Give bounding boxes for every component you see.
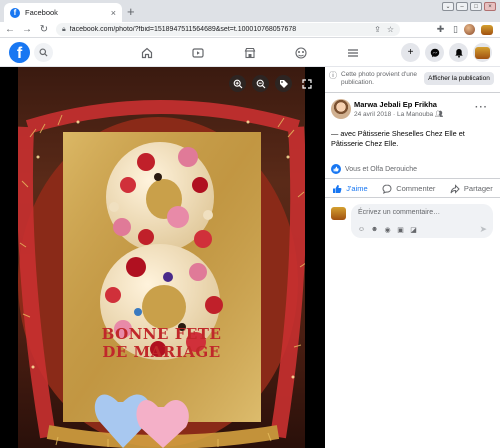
profile-avatar-icon[interactable] (463, 23, 476, 36)
close-tab-icon[interactable]: × (111, 8, 116, 18)
browser-tab-strip: f Facebook × + ⌄ – □ × (0, 0, 500, 22)
author-name[interactable]: Marwa Jebali Ep Frikha (354, 100, 437, 109)
tag-icon[interactable] (275, 75, 292, 92)
fullscreen-icon[interactable] (298, 75, 315, 92)
comment-tools: ☺ ☻ ◉ ▣ ◪ (357, 225, 418, 234)
zoom-out-icon[interactable] (252, 75, 269, 92)
post-notice: ⓘ Cette photo provient d'une publication… (329, 71, 427, 87)
sticker-icon[interactable]: ◪ (409, 225, 418, 234)
zoom-in-icon[interactable] (229, 75, 246, 92)
crown-profile-icon[interactable] (480, 23, 493, 36)
reload-icon[interactable]: ↻ (37, 24, 51, 35)
comment-input[interactable]: Écrivez un commentaire… ☺ ☻ ◉ ▣ ◪ ➤ (351, 204, 493, 238)
window-list-button[interactable]: ⌄ (442, 2, 454, 11)
info-icon: ⓘ (329, 71, 337, 80)
extensions-puzzle-icon[interactable]: ✚ (434, 23, 447, 36)
divider (325, 92, 500, 93)
maximize-button[interactable]: □ (470, 2, 482, 11)
post-side-panel: ⓘ Cette photo provient d'une publication… (325, 67, 500, 448)
address-bar: ← → ↻ 🔒︎ facebook.com/photo/?fbid=151894… (0, 22, 500, 38)
back-icon[interactable]: ← (3, 24, 17, 35)
share-label: Partager (463, 184, 493, 193)
like-thumb-icon (333, 184, 342, 193)
camera-icon[interactable]: ◉ (383, 225, 392, 234)
notice-text: Cette photo provient d'une publication. (341, 71, 418, 87)
share-arrow-icon (450, 183, 460, 194)
forward-icon[interactable]: → (20, 24, 34, 35)
bookmark-star-icon[interactable]: ☆ (387, 25, 394, 34)
facebook-top-nav: f + (0, 38, 500, 67)
search-icon[interactable] (34, 43, 53, 62)
url-field[interactable]: 🔒︎ facebook.com/photo/?fbid=151894751156… (56, 23, 400, 36)
reactions-text: Vous et Olfa Derouiche (345, 165, 417, 173)
sidepanel-icon[interactable]: ▯ (449, 23, 462, 36)
marketplace-icon[interactable] (241, 44, 259, 62)
send-icon[interactable]: ➤ (479, 224, 487, 235)
account-avatar[interactable] (473, 43, 492, 62)
share-page-icon[interactable]: ⇪ (374, 25, 381, 34)
comment-button[interactable]: Commenter (382, 183, 436, 194)
url-text: facebook.com/photo/?fbid=151894751156468… (69, 26, 297, 33)
emoji-icon[interactable]: ☻ (370, 225, 379, 234)
post-location[interactable]: La Manouba (397, 111, 433, 118)
facebook-logo-icon[interactable]: f (9, 42, 30, 63)
like-reaction-icon (331, 164, 341, 174)
notifications-bell-icon[interactable] (449, 43, 468, 62)
wedding-cake-photo: BONNE FETE DE MARIAGE (18, 67, 305, 448)
lock-icon[interactable]: 🔒︎ (62, 26, 66, 34)
menu-icon[interactable] (344, 44, 362, 62)
divider (325, 178, 500, 179)
watch-video-icon[interactable] (189, 44, 207, 62)
browser-tab[interactable]: f Facebook × (4, 3, 122, 22)
facebook-favicon-icon: f (10, 7, 20, 18)
reactions-summary[interactable]: Vous et Olfa Derouiche (331, 164, 417, 174)
cake-text-line-2: DE MARIAGE (102, 343, 221, 361)
more-options-icon[interactable]: ··· (475, 102, 488, 113)
audience-friends-icon: 👥︎ (434, 111, 444, 118)
close-window-button[interactable]: × (484, 2, 496, 11)
groups-icon[interactable] (292, 44, 310, 62)
tab-title: Facebook (25, 8, 58, 17)
author-avatar[interactable] (331, 99, 351, 119)
photo-viewer: BONNE FETE DE MARIAGE (0, 67, 325, 448)
like-label: J'aime (346, 184, 368, 193)
divider (325, 197, 500, 198)
post-meta: 24 avril 2018 · La Manouba 👥︎ (354, 110, 443, 118)
window-controls: ⌄ – □ × (442, 2, 496, 11)
new-tab-button[interactable]: + (127, 4, 135, 19)
messenger-icon[interactable] (425, 43, 444, 62)
post-date[interactable]: 24 avril 2018 (354, 111, 391, 118)
like-button[interactable]: J'aime (332, 184, 368, 194)
avatar-sticker-icon[interactable]: ☺ (357, 225, 366, 234)
my-avatar[interactable] (331, 206, 346, 221)
comment-label: Commenter (396, 184, 436, 193)
share-button[interactable]: Partager (450, 183, 493, 194)
gif-icon[interactable]: ▣ (396, 225, 405, 234)
minimize-button[interactable]: – (456, 2, 468, 11)
post-actions: J'aime Commenter Partager (325, 181, 500, 196)
post-text: — avec Pâtisserie Sheselles Chez Elle et… (331, 129, 465, 149)
home-icon[interactable] (138, 44, 156, 62)
show-post-button[interactable]: Afficher la publication (424, 72, 494, 85)
cake-text-line-1: BONNE FETE (101, 325, 222, 343)
comment-bubble-icon (382, 183, 392, 194)
comment-placeholder: Écrivez un commentaire… (358, 209, 441, 216)
create-plus-icon[interactable]: + (401, 43, 420, 62)
